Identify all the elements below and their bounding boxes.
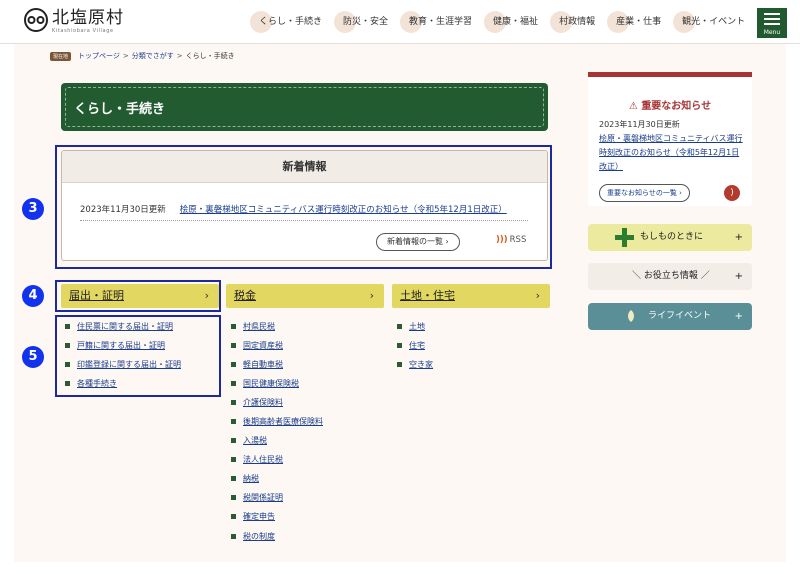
menu-label: Menu bbox=[763, 29, 781, 36]
list-link[interactable]: 税の制度 bbox=[243, 532, 275, 541]
list-link[interactable]: 税関係証明 bbox=[243, 493, 283, 502]
list-link[interactable]: 後期高齢者医療保険料 bbox=[243, 417, 323, 426]
chevron-right-icon: › bbox=[535, 289, 540, 302]
rss-icon[interactable]: ) bbox=[724, 185, 740, 201]
page-title-banner: くらし・手続き bbox=[61, 83, 548, 131]
logo-text: 北塩原村 bbox=[52, 8, 124, 28]
list-item: 土地 bbox=[397, 320, 433, 339]
page: 北塩原村 Kitashiobara Village くらし・手続き 防災・安全 … bbox=[0, 0, 800, 574]
site-header: 北塩原村 Kitashiobara Village くらし・手続き 防災・安全 … bbox=[0, 0, 800, 44]
plus-icon: + bbox=[734, 232, 743, 243]
logo-subtext: Kitashiobara Village bbox=[52, 28, 114, 34]
breadcrumb-separator: > bbox=[122, 52, 129, 60]
list-item: 税の制度 bbox=[231, 530, 323, 549]
category-header-tax[interactable]: 税金 › bbox=[226, 284, 384, 308]
plus-icon: + bbox=[734, 271, 743, 282]
nav-item-safety[interactable]: 防災・安全 bbox=[334, 11, 395, 33]
highlight-category-header bbox=[55, 280, 221, 312]
list-item: 法人住民税 bbox=[231, 453, 323, 472]
list-link[interactable]: 空き家 bbox=[409, 360, 433, 369]
list-item: 税関係証明 bbox=[231, 491, 323, 510]
hamburger-icon bbox=[764, 13, 780, 28]
global-nav: くらし・手続き 防災・安全 教育・生涯学習 健康・福祉 村政情報 産業・仕事 観… bbox=[250, 11, 757, 33]
breadcrumb: 現在地 トップページ > 分類でさがす > くらし・手続き bbox=[50, 51, 235, 61]
list-item: 空き家 bbox=[397, 358, 433, 377]
village-emblem-icon bbox=[24, 8, 48, 32]
list-item: 軽自動車税 bbox=[231, 358, 323, 377]
nav-item-education[interactable]: 教育・生涯学習 bbox=[400, 11, 479, 33]
list-item: 確定申告 bbox=[231, 510, 323, 529]
plus-icon: + bbox=[734, 311, 743, 322]
useful-info-button[interactable]: ＼ お役立ち情報 ／ + bbox=[588, 263, 752, 290]
list-item: 介護保険料 bbox=[231, 396, 323, 415]
list-link[interactable]: 介護保険料 bbox=[243, 398, 283, 407]
emergency-button[interactable]: もしものときに + bbox=[588, 224, 752, 251]
list-item: 納税 bbox=[231, 472, 323, 491]
list-link[interactable]: 国民健康保険税 bbox=[243, 379, 299, 388]
breadcrumb-link-top[interactable]: トップページ bbox=[78, 51, 120, 61]
nav-item-health[interactable]: 健康・福祉 bbox=[484, 11, 545, 33]
nav-item-tourism[interactable]: 観光・イベント bbox=[673, 11, 752, 33]
first-aid-cross-icon bbox=[615, 228, 634, 247]
nav-item-industry[interactable]: 産業・仕事 bbox=[607, 11, 668, 33]
category-list-housing: 土地 住宅 空き家 bbox=[397, 320, 433, 377]
chevron-right-icon: › bbox=[679, 189, 682, 197]
leaf-icon bbox=[625, 310, 637, 322]
list-link[interactable]: 土地 bbox=[409, 322, 425, 331]
category-header-housing[interactable]: 土地・住宅 › bbox=[392, 284, 550, 308]
list-item: 固定資産税 bbox=[231, 339, 323, 358]
list-item: 住宅 bbox=[397, 339, 433, 358]
warning-icon: ⚠ bbox=[628, 101, 638, 112]
list-link[interactable]: 確定申告 bbox=[243, 512, 275, 521]
annotation-badge-4: 4 bbox=[22, 285, 44, 307]
annotation-badge-5: 5 bbox=[22, 346, 44, 368]
list-link[interactable]: 軽自動車税 bbox=[243, 360, 283, 369]
notice-date: 2023年11月30日更新 bbox=[599, 120, 680, 129]
highlight-category-list bbox=[55, 315, 221, 397]
list-link[interactable]: 納税 bbox=[243, 474, 259, 483]
list-link[interactable]: 村県民税 bbox=[243, 322, 275, 331]
menu-button[interactable]: Menu bbox=[757, 8, 787, 38]
list-item: 入湯税 bbox=[231, 434, 323, 453]
breadcrumb-link-category[interactable]: 分類でさがす bbox=[132, 51, 174, 61]
notice-list-button[interactable]: 重要なお知らせの一覧 › bbox=[599, 184, 690, 202]
list-link[interactable]: 固定資産税 bbox=[243, 341, 283, 350]
nav-item-government[interactable]: 村政情報 bbox=[550, 11, 602, 33]
annotation-badge-3: 3 bbox=[22, 198, 44, 220]
list-item: 村県民税 bbox=[231, 320, 323, 339]
site-logo[interactable]: 北塩原村 Kitashiobara Village bbox=[24, 8, 124, 36]
life-event-button[interactable]: ライフイベント + bbox=[588, 303, 752, 330]
list-link[interactable]: 法人住民税 bbox=[243, 455, 283, 464]
breadcrumb-separator: > bbox=[176, 52, 183, 60]
breadcrumb-current: くらし・手続き bbox=[185, 52, 235, 60]
list-item: 後期高齢者医療保険料 bbox=[231, 415, 323, 434]
list-link[interactable]: 入湯税 bbox=[243, 436, 267, 445]
list-link[interactable]: 住宅 bbox=[409, 341, 425, 350]
important-notice: ⚠ 重要なお知らせ 2023年11月30日更新 桧原・裏磐梯地区コミュニティバス… bbox=[588, 72, 752, 206]
category-list-tax: 村県民税 固定資産税 軽自動車税 国民健康保険税 介護保険料 後期高齢者医療保険… bbox=[231, 320, 323, 549]
list-item: 国民健康保険税 bbox=[231, 377, 323, 396]
page-title: くらし・手続き bbox=[74, 102, 166, 117]
notice-link[interactable]: 桧原・裏磐梯地区コミュニティバス運行時刻改正のお知らせ（令和5年12月1日改正） bbox=[599, 132, 747, 174]
breadcrumb-badge: 現在地 bbox=[50, 51, 72, 61]
chevron-right-icon: › bbox=[369, 289, 374, 302]
nav-item-living[interactable]: くらし・手続き bbox=[250, 11, 329, 33]
notice-title: ⚠ 重要なお知らせ bbox=[628, 101, 712, 112]
highlight-news bbox=[55, 145, 552, 269]
